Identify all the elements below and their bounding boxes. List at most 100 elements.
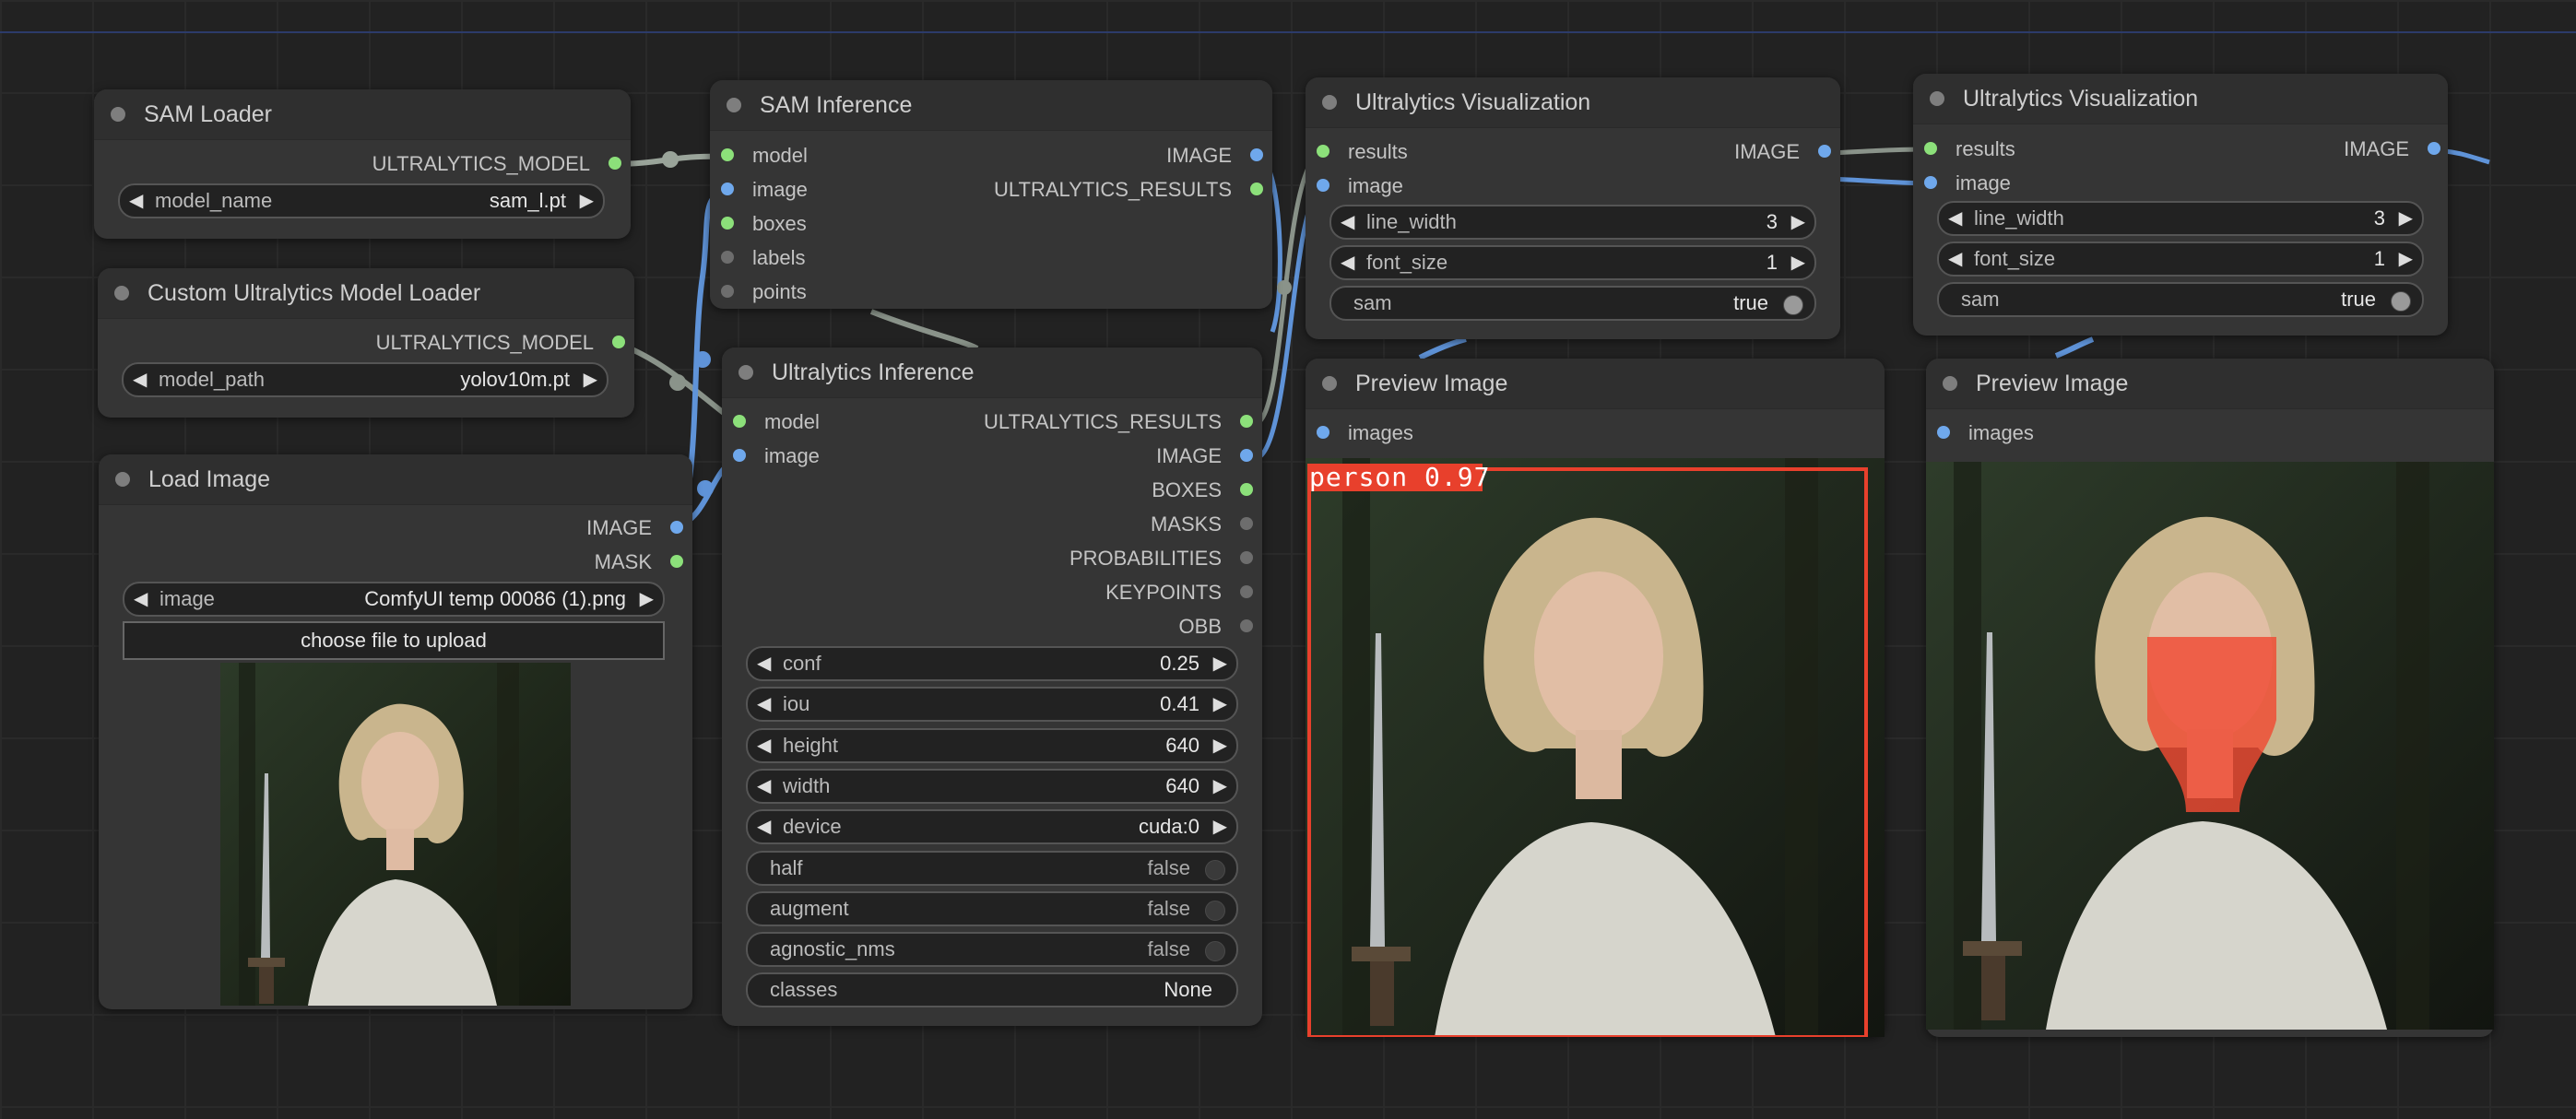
decrement-arrow-icon[interactable]: ◀: [757, 730, 771, 761]
increment-arrow-icon[interactable]: ▶: [640, 583, 654, 615]
output-image[interactable]: IMAGE: [1734, 138, 1831, 166]
increment-arrow-icon[interactable]: ▶: [1791, 247, 1805, 278]
node-sam-inference[interactable]: SAM Inference model image boxes labels p…: [710, 80, 1272, 309]
device-combo[interactable]: ◀ device cuda:0 ▶: [746, 809, 1238, 844]
node-preview-image-1[interactable]: Preview Image images person 0.97: [1306, 359, 1885, 1037]
half-toggle[interactable]: half false: [746, 851, 1238, 886]
input-boxes[interactable]: boxes: [721, 210, 807, 238]
font-size-number[interactable]: ◀ font_size 1 ▶: [1329, 245, 1816, 280]
input-results[interactable]: results: [1924, 135, 2015, 163]
input-labels[interactable]: labels: [721, 244, 805, 272]
output-ultralytics-model[interactable]: ULTRALYTICS_MODEL: [372, 150, 622, 178]
input-image[interactable]: image: [1317, 172, 1403, 200]
node-title-bar[interactable]: Preview Image: [1306, 359, 1885, 409]
collapse-dot-icon[interactable]: [1322, 95, 1337, 110]
collapse-dot-icon[interactable]: [115, 472, 130, 487]
toggle-knob-icon[interactable]: [1205, 860, 1225, 880]
decrement-arrow-icon[interactable]: ◀: [134, 583, 148, 615]
node-title-bar[interactable]: Ultralytics Inference: [722, 347, 1262, 398]
decrement-arrow-icon[interactable]: ◀: [1341, 206, 1354, 238]
input-image[interactable]: image: [733, 442, 820, 470]
decrement-arrow-icon[interactable]: ◀: [757, 771, 771, 802]
output-image[interactable]: IMAGE: [586, 514, 683, 542]
decrement-arrow-icon[interactable]: ◀: [1948, 243, 1962, 275]
output-obb[interactable]: OBB: [1179, 613, 1254, 641]
increment-arrow-icon[interactable]: ▶: [1213, 648, 1227, 679]
model-name-combo[interactable]: ◀ model_name sam_l.pt ▶: [118, 183, 605, 218]
increment-arrow-icon[interactable]: ▶: [584, 364, 597, 395]
increment-arrow-icon[interactable]: ▶: [2399, 203, 2413, 234]
output-image[interactable]: IMAGE: [2344, 135, 2440, 163]
input-image[interactable]: image: [1924, 170, 2011, 197]
node-ultralytics-visualization-1[interactable]: Ultralytics Visualization results image …: [1306, 77, 1840, 339]
output-boxes[interactable]: BOXES: [1152, 477, 1253, 504]
node-title-bar[interactable]: Preview Image: [1926, 359, 2494, 409]
node-title-bar[interactable]: Load Image: [99, 454, 692, 505]
decrement-arrow-icon[interactable]: ◀: [757, 648, 771, 679]
decrement-arrow-icon[interactable]: ◀: [1948, 203, 1962, 234]
collapse-dot-icon[interactable]: [739, 365, 753, 380]
node-ultralytics-inference[interactable]: Ultralytics Inference model image ULTRAL…: [722, 347, 1262, 1026]
output-ultralytics-results[interactable]: ULTRALYTICS_RESULTS: [984, 408, 1253, 436]
decrement-arrow-icon[interactable]: ◀: [757, 689, 771, 720]
decrement-arrow-icon[interactable]: ◀: [1341, 247, 1354, 278]
classes-text[interactable]: classes None: [746, 972, 1238, 1007]
node-ultralytics-visualization-2[interactable]: Ultralytics Visualization results image …: [1913, 74, 2448, 336]
node-title-bar[interactable]: Custom Ultralytics Model Loader: [98, 268, 634, 319]
model-path-combo[interactable]: ◀ model_path yolov10m.pt ▶: [122, 362, 609, 397]
decrement-arrow-icon[interactable]: ◀: [133, 364, 147, 395]
toggle-knob-icon[interactable]: [1783, 295, 1803, 315]
output-image[interactable]: IMAGE: [1166, 142, 1263, 170]
toggle-knob-icon[interactable]: [1205, 941, 1225, 961]
increment-arrow-icon[interactable]: ▶: [2399, 243, 2413, 275]
node-preview-image-2[interactable]: Preview Image images: [1926, 359, 2494, 1037]
collapse-dot-icon[interactable]: [727, 98, 741, 112]
output-mask[interactable]: MASK: [595, 548, 684, 576]
output-probabilities[interactable]: PROBABILITIES: [1069, 545, 1254, 572]
output-masks[interactable]: MASKS: [1151, 511, 1254, 538]
iou-number[interactable]: ◀ iou 0.41 ▶: [746, 687, 1238, 722]
collapse-dot-icon[interactable]: [111, 107, 125, 122]
augment-toggle[interactable]: augment false: [746, 891, 1238, 926]
node-title-bar[interactable]: SAM Inference: [710, 80, 1272, 131]
font-size-number[interactable]: ◀ font_size 1 ▶: [1937, 241, 2424, 277]
increment-arrow-icon[interactable]: ▶: [1213, 689, 1227, 720]
line-width-number[interactable]: ◀ line_width 3 ▶: [1329, 205, 1816, 240]
decrement-arrow-icon[interactable]: ◀: [757, 811, 771, 842]
decrement-arrow-icon[interactable]: ◀: [129, 185, 143, 217]
node-load-image[interactable]: Load Image IMAGE MASK ◀ image ComfyUI te…: [99, 454, 692, 1009]
height-number[interactable]: ◀ height 640 ▶: [746, 728, 1238, 763]
image-combo[interactable]: ◀ image ComfyUI temp 00086 (1).png ▶: [123, 582, 665, 617]
collapse-dot-icon[interactable]: [1943, 376, 1957, 391]
agnostic-nms-toggle[interactable]: agnostic_nms false: [746, 932, 1238, 967]
increment-arrow-icon[interactable]: ▶: [580, 185, 594, 217]
output-ultralytics-model[interactable]: ULTRALYTICS_MODEL: [376, 329, 626, 357]
increment-arrow-icon[interactable]: ▶: [1791, 206, 1805, 238]
input-image[interactable]: image: [721, 176, 808, 204]
input-points[interactable]: points: [721, 278, 807, 306]
sam-toggle[interactable]: sam true: [1937, 282, 2424, 317]
increment-arrow-icon[interactable]: ▶: [1213, 771, 1227, 802]
width-number[interactable]: ◀ width 640 ▶: [746, 769, 1238, 804]
toggle-knob-icon[interactable]: [1205, 901, 1225, 921]
sam-toggle[interactable]: sam true: [1329, 286, 1816, 321]
input-images[interactable]: images: [1317, 419, 1413, 447]
output-image[interactable]: IMAGE: [1156, 442, 1253, 470]
input-model[interactable]: model: [733, 408, 820, 436]
collapse-dot-icon[interactable]: [1930, 91, 1944, 106]
choose-file-upload-button[interactable]: choose file to upload: [123, 621, 665, 660]
toggle-knob-icon[interactable]: [2391, 291, 2411, 312]
conf-number[interactable]: ◀ conf 0.25 ▶: [746, 646, 1238, 681]
node-custom-model-loader[interactable]: Custom Ultralytics Model Loader ULTRALYT…: [98, 268, 634, 418]
node-title-bar[interactable]: SAM Loader: [94, 89, 631, 140]
line-width-number[interactable]: ◀ line_width 3 ▶: [1937, 201, 2424, 236]
collapse-dot-icon[interactable]: [1322, 376, 1337, 391]
output-keypoints[interactable]: KEYPOINTS: [1105, 579, 1253, 607]
collapse-dot-icon[interactable]: [114, 286, 129, 300]
input-images[interactable]: images: [1937, 419, 2034, 447]
input-model[interactable]: model: [721, 142, 808, 170]
output-ultralytics-results[interactable]: ULTRALYTICS_RESULTS: [994, 176, 1263, 204]
node-sam-loader[interactable]: SAM Loader ULTRALYTICS_MODEL ◀ model_nam…: [94, 89, 631, 239]
input-results[interactable]: results: [1317, 138, 1408, 166]
increment-arrow-icon[interactable]: ▶: [1213, 730, 1227, 761]
